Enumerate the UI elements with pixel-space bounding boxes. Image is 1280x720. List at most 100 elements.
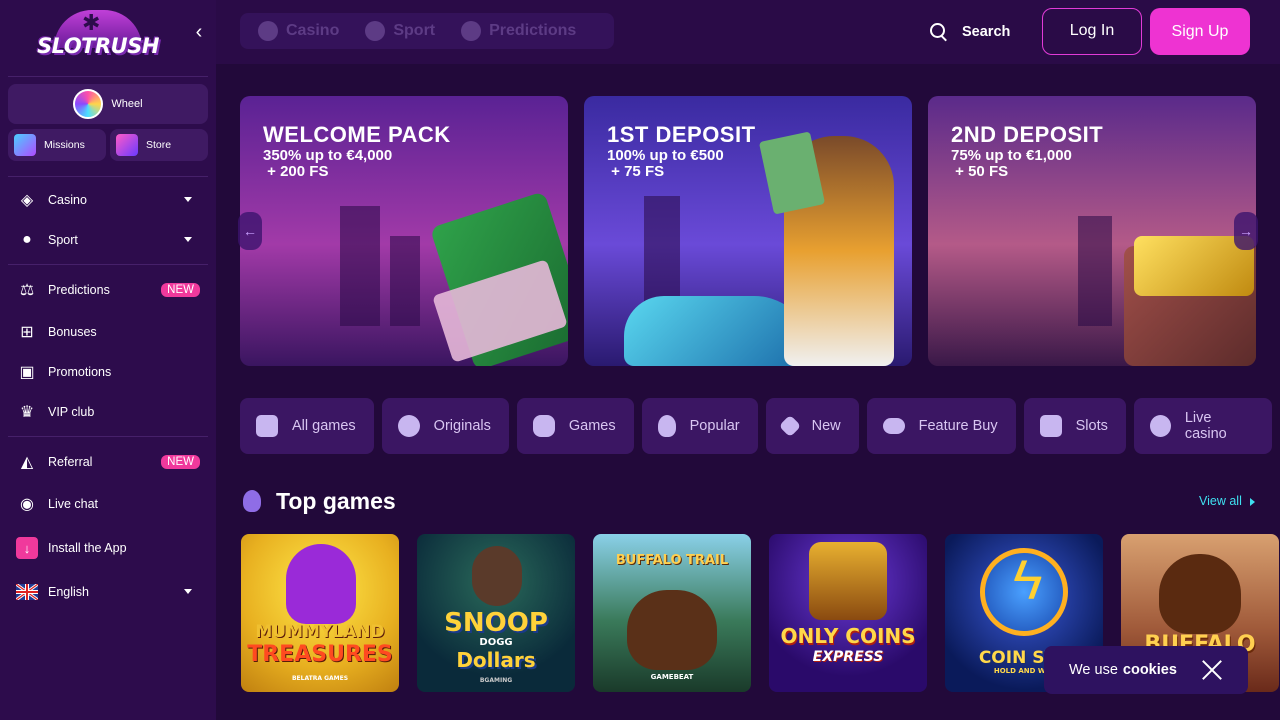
banner-1st-deposit[interactable]: 1ST DEPOSIT 100% up to €500 + 75 FS [584, 96, 912, 366]
game-tile-buffalo-trail[interactable]: BUFFALO TRAIL GAMEBEAT [593, 534, 751, 692]
sidebar-item-label: Predictions [48, 283, 110, 297]
store-label: Store [146, 139, 172, 151]
banner-title: 1ST DEPOSIT [607, 122, 756, 147]
tab-label: Casino [286, 22, 340, 39]
arrow-right-icon: → [1239, 223, 1253, 239]
game-logo-line1: ONLY COINS [780, 624, 916, 648]
sidebar-item-promotions[interactable]: ▣ Promotions [16, 356, 208, 388]
search-icon [930, 23, 948, 41]
logo[interactable]: ✱ SLOTRUSH [34, 8, 162, 60]
download-icon: ↓ [16, 537, 38, 559]
category-label: New [811, 418, 841, 434]
ticket-icon: ▣ [19, 364, 35, 381]
game-logo-line1: MUMMYLAND [255, 622, 385, 642]
game-logo-line2: EXPRESS [812, 649, 884, 665]
chevron-down-icon [184, 589, 192, 594]
carousel-prev-button[interactable]: ← [238, 212, 262, 250]
missions-button[interactable]: Missions [8, 129, 106, 161]
category-new[interactable]: New [765, 398, 859, 454]
sidebar-item-predictions[interactable]: ⚖ Predictions NEW [16, 274, 208, 306]
category-originals[interactable]: Originals [381, 398, 509, 454]
banner-2nd-deposit[interactable]: 2ND DEPOSIT 75% up to €1,000 + 50 FS [928, 96, 1256, 366]
game-logo-line2: Dollars [456, 648, 536, 672]
category-label: Live casino [1184, 410, 1227, 442]
sidebar-item-vip-club[interactable]: ♛ VIP club [16, 396, 208, 428]
sidebar-item-label: Casino [48, 193, 87, 207]
gamepad-icon [532, 415, 555, 437]
wheel-icon [73, 89, 104, 119]
game-logo-line1: SNOOP [444, 608, 548, 638]
category-label: Popular [689, 418, 740, 434]
game-tile-only-coins-express[interactable]: ONLY COINS EXPRESS [769, 534, 927, 692]
sidebar-item-label: Sport [48, 233, 78, 247]
sidebar-item-live-chat[interactable]: ◉ Live chat [16, 488, 208, 520]
cookie-link[interactable]: cookies [1123, 662, 1177, 678]
sidebar-item-label: Live chat [48, 497, 99, 511]
sidebar-item-casino[interactable]: ◈ Casino [16, 184, 208, 216]
casino-chip-icon: ◈ [20, 192, 34, 209]
sidebar-item-label: VIP club [48, 405, 95, 419]
sidebar-item-label: Promotions [48, 365, 112, 379]
snoop-character-image [472, 546, 522, 606]
tab-label: Sport [393, 22, 436, 39]
sidebar-item-install-app[interactable]: ↓ Install the App [16, 532, 208, 564]
buffalo-image [1159, 554, 1241, 634]
wheel-button[interactable]: Wheel [8, 84, 208, 124]
chevron-left-icon: ‹ [195, 21, 203, 43]
people-icon [1149, 415, 1171, 437]
game-tile-snoop-dogg-dollars[interactable]: SNOOP DOGG Dollars BGAMING [417, 534, 575, 692]
language-selector[interactable]: English [16, 576, 208, 608]
arrow-left-icon: ← [243, 223, 257, 239]
login-button[interactable]: Log In [1042, 8, 1142, 55]
category-label: Games [568, 418, 616, 434]
sidebar-item-sport[interactable]: ● Sport [16, 224, 208, 256]
crown-icon: ♛ [19, 404, 35, 421]
carousel-next-button[interactable]: → [1234, 212, 1258, 250]
category-feature-buy[interactable]: Feature Buy [866, 398, 1016, 454]
buffalo-image [627, 590, 717, 670]
game-logo-small: DOGG [479, 637, 513, 648]
banner-subtitle: 350% up to €4,000 + 200 FS [263, 147, 393, 180]
category-label: All games [292, 418, 356, 434]
view-all-link[interactable]: View all [1199, 494, 1242, 508]
sidebar-item-referral[interactable]: ◭ Referral NEW [16, 446, 208, 478]
game-tile-mummyland-treasures[interactable]: MUMMYLAND TREASURES BELATRA GAMES [241, 534, 399, 692]
controller-icon [882, 418, 905, 434]
divider [8, 76, 208, 77]
flame-icon [657, 415, 676, 437]
city-skyline [1078, 216, 1112, 326]
rocket-icon [778, 414, 801, 438]
game-logo-line2: TREASURES [247, 642, 393, 667]
search-label: Search [962, 24, 1011, 40]
game-provider: BGAMING [479, 677, 513, 684]
category-slots[interactable]: Slots [1023, 398, 1126, 454]
lightning-icon: ϟ [1013, 548, 1043, 611]
sidebar-item-bonuses[interactable]: ⊞ Bonuses [16, 316, 208, 348]
tab-casino[interactable]: Casino [258, 21, 339, 41]
category-games[interactable]: Games [516, 398, 634, 454]
close-icon[interactable] [1200, 658, 1224, 682]
category-all-games[interactable]: All games [240, 398, 374, 454]
category-label: Originals [433, 418, 491, 434]
signup-button[interactable]: Sign Up [1150, 8, 1250, 55]
gift-icon: ⊞ [20, 324, 34, 341]
flag-icon [14, 134, 36, 156]
scales-icon: ⚖ [19, 282, 35, 299]
store-button[interactable]: Store [110, 129, 208, 161]
banner-welcome-pack[interactable]: WELCOME PACK 350% up to €4,000 + 200 FS [240, 96, 568, 366]
scales-icon [461, 21, 482, 41]
chevron-right-icon [1250, 498, 1255, 506]
slot-machine-icon [1039, 415, 1062, 437]
banner-title: WELCOME PACK [263, 122, 451, 147]
category-live-casino[interactable]: Live casino [1133, 398, 1272, 454]
train-image [809, 542, 887, 620]
divider [8, 264, 208, 265]
store-icon [116, 134, 138, 156]
chevron-down-icon [184, 237, 192, 242]
banner-title: 2ND DEPOSIT [951, 122, 1104, 147]
tab-sport[interactable]: Sport [365, 21, 435, 41]
category-popular[interactable]: Popular [641, 398, 758, 454]
tab-predictions[interactable]: Predictions [461, 21, 576, 41]
search-button[interactable]: Search [930, 20, 1010, 44]
collapse-sidebar-button[interactable]: ‹ [188, 20, 210, 44]
